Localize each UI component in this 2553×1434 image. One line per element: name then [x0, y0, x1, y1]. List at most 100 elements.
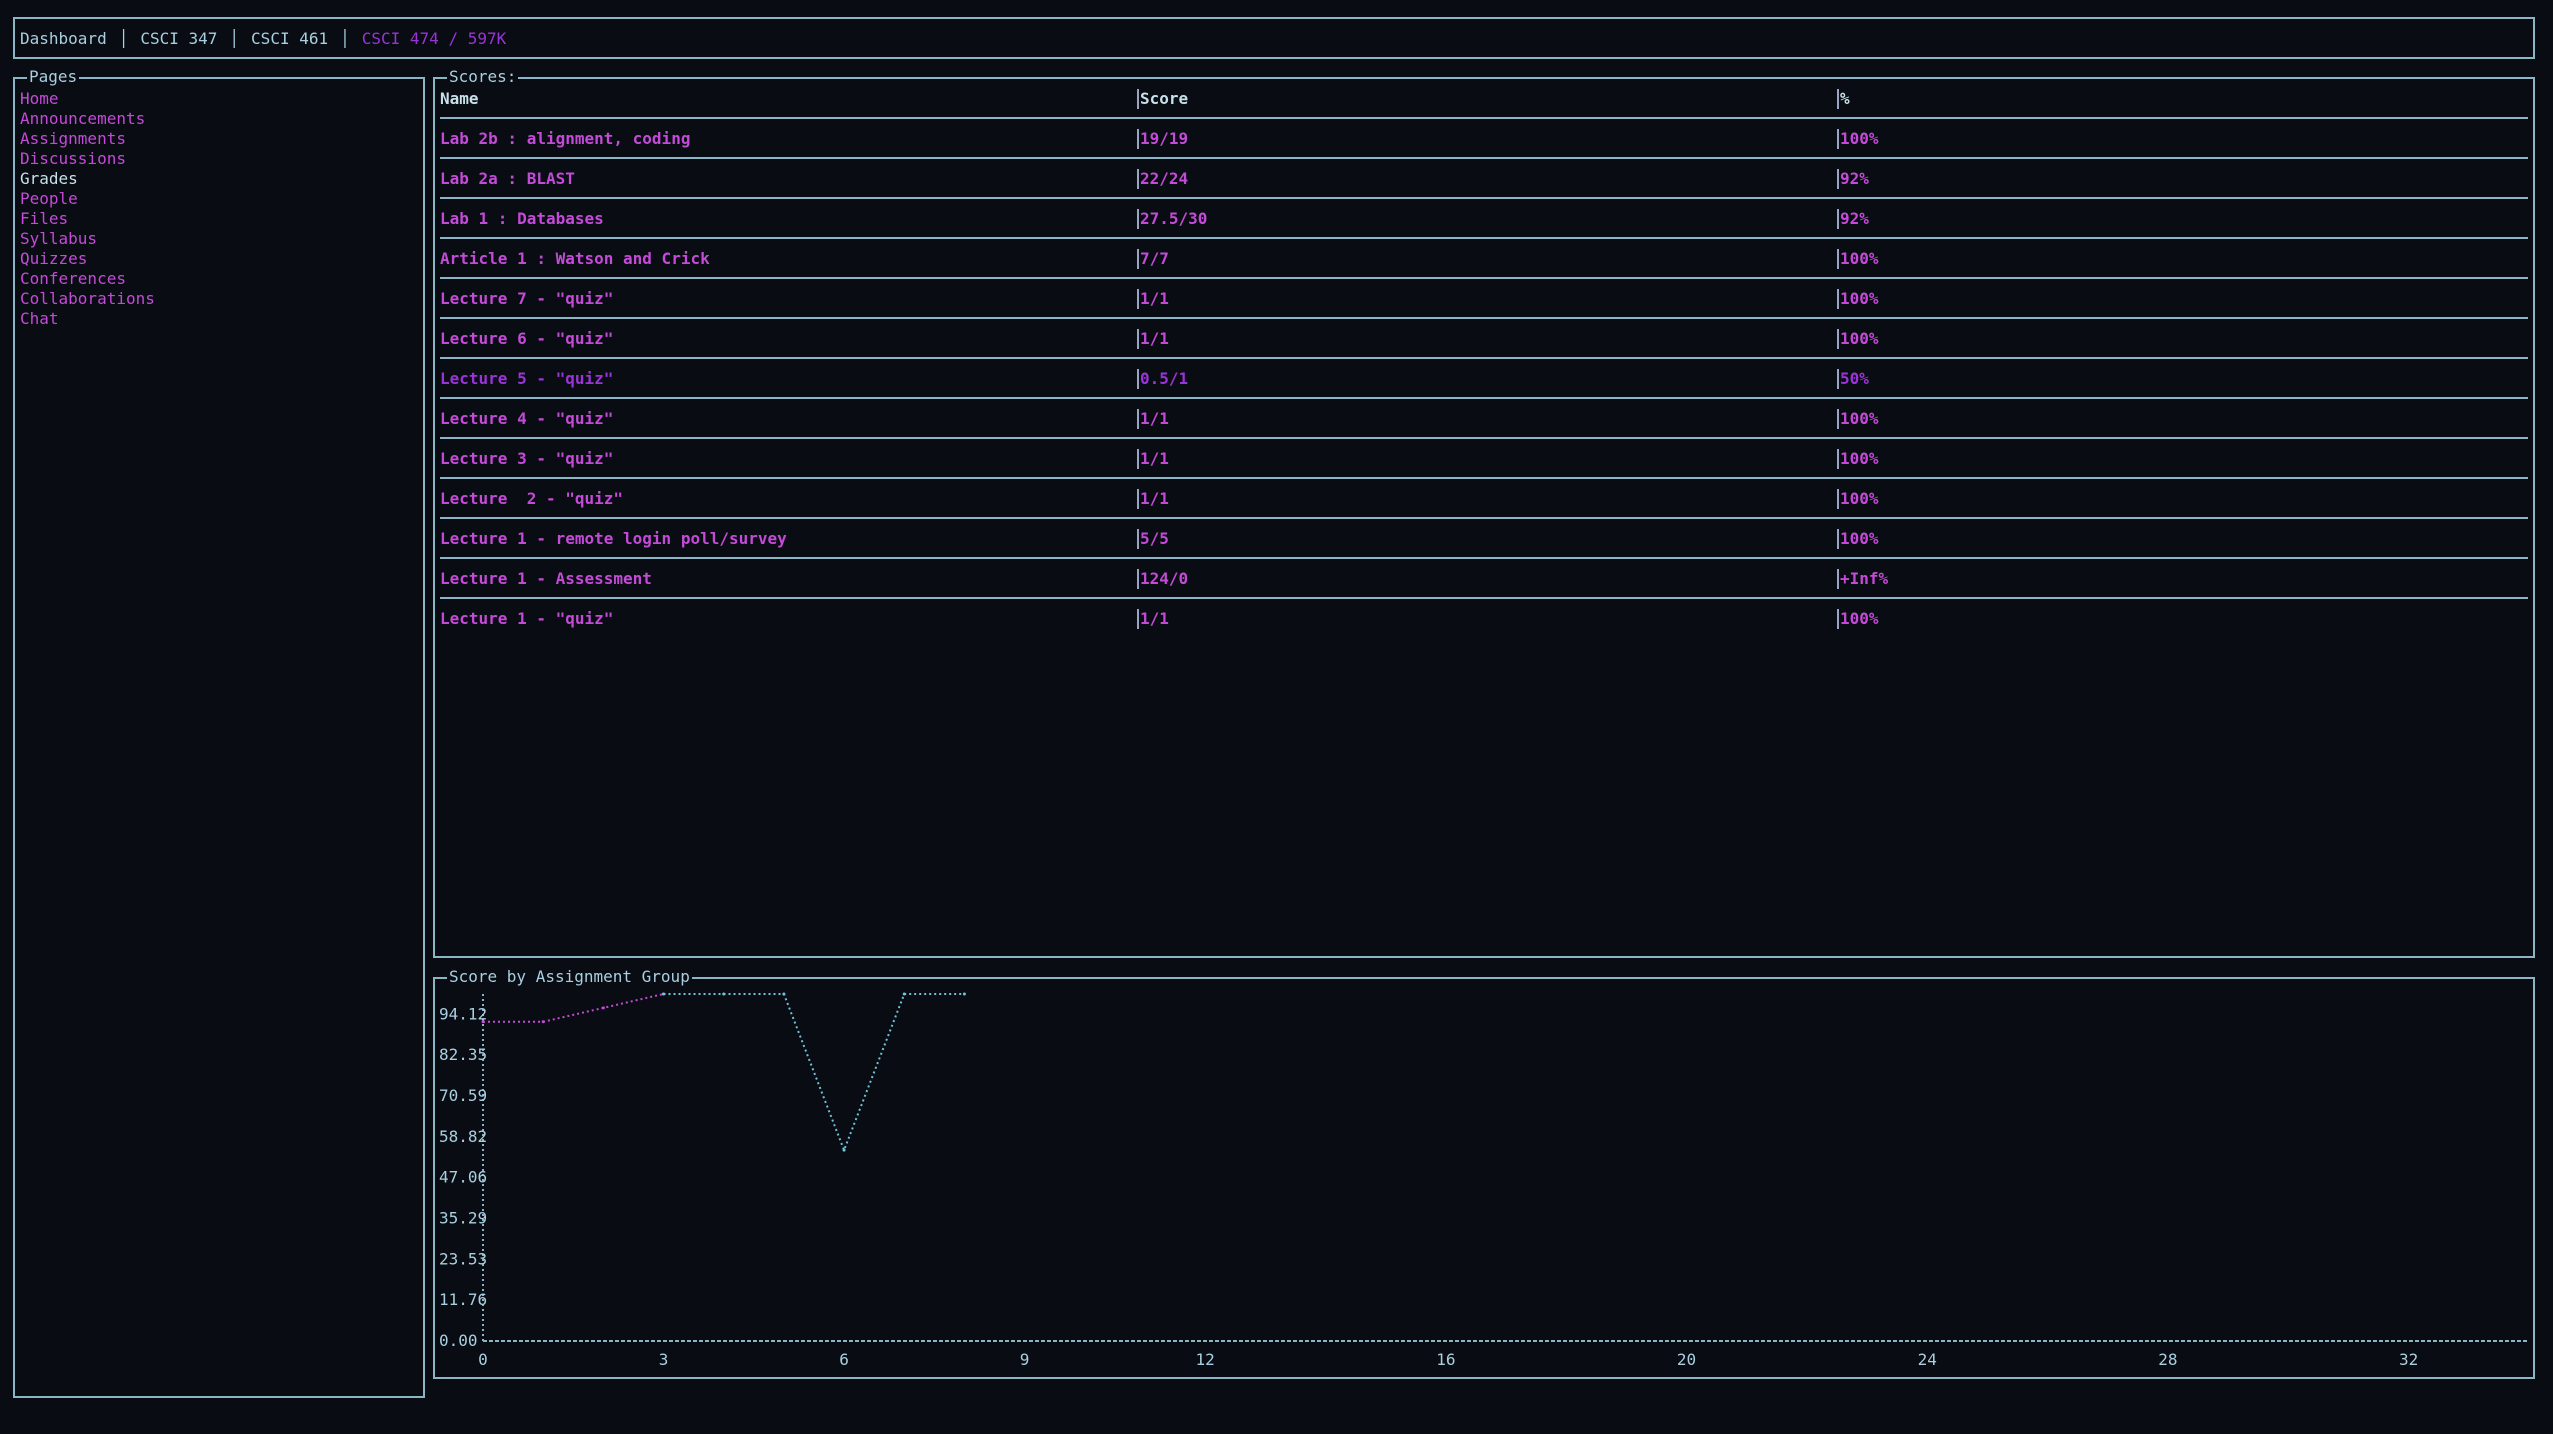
- column-divider: [1137, 529, 1139, 549]
- assignment-name[interactable]: Lab 1 : Databases: [440, 209, 604, 229]
- assignment-percent: 100%: [1840, 249, 1879, 269]
- assignment-percent: 92%: [1840, 209, 1869, 229]
- table-row[interactable]: Lecture 2 - "quiz" 1/1 100%: [440, 479, 2528, 519]
- column-divider: [1137, 569, 1139, 589]
- column-divider: [1137, 369, 1139, 389]
- score-chart-panel: Score by Assignment Group 0.0011.7623.53…: [433, 977, 2535, 1379]
- sidebar-item-collaborations[interactable]: Collaborations: [20, 289, 155, 309]
- sidebar-item-assignments[interactable]: Assignments: [20, 129, 155, 149]
- table-row[interactable]: Lecture 1 - "quiz" 1/1 100%: [440, 599, 2528, 639]
- assignment-name[interactable]: Lecture 1 - "quiz": [440, 609, 613, 629]
- assignment-percent: 100%: [1840, 409, 1879, 429]
- assignment-score: 1/1: [1140, 329, 1169, 349]
- chart-point: [542, 1020, 545, 1023]
- assignment-name[interactable]: Lecture 3 - "quiz": [440, 449, 613, 469]
- assignment-name[interactable]: Lab 2b : alignment, coding: [440, 129, 690, 149]
- chart-point: [903, 993, 906, 996]
- sidebar-item-quizzes[interactable]: Quizzes: [20, 249, 155, 269]
- scores-header-row: Name Score %: [440, 79, 2528, 119]
- assignment-score: 124/0: [1140, 569, 1188, 589]
- pages-list: HomeAnnouncementsAssignmentsDiscussionsG…: [20, 89, 155, 329]
- table-row[interactable]: Lecture 1 - remote login poll/survey5/51…: [440, 519, 2528, 559]
- assignment-score: 1/1: [1140, 449, 1169, 469]
- assignment-score: 19/19: [1140, 129, 1188, 149]
- x-tick-label: 20: [1677, 1350, 1696, 1369]
- y-tick-label: 23.53: [439, 1249, 487, 1268]
- assignment-percent: 100%: [1840, 489, 1879, 509]
- sidebar-item-grades[interactable]: Grades: [20, 169, 155, 189]
- x-tick-label: 24: [1918, 1350, 1937, 1369]
- assignment-score: 1/1: [1140, 609, 1169, 629]
- chart-point: [843, 1149, 846, 1152]
- column-divider: [1837, 609, 1839, 629]
- y-tick-label: 0.00: [439, 1331, 478, 1350]
- column-divider: [1137, 89, 1139, 109]
- column-divider: [1837, 329, 1839, 349]
- assignment-name[interactable]: Lecture 5 - "quiz": [440, 369, 613, 389]
- table-row[interactable]: Lecture 5 - "quiz"0.5/150%: [440, 359, 2528, 399]
- assignment-name[interactable]: Lecture 1 - remote login poll/survey: [440, 529, 787, 549]
- pages-panel: Pages HomeAnnouncementsAssignmentsDiscus…: [13, 77, 425, 1398]
- chart-point: [602, 1006, 605, 1009]
- tab-csci-474-597k[interactable]: CSCI 474 / 597K: [362, 29, 507, 48]
- assignment-percent: 100%: [1840, 529, 1879, 549]
- assignment-score: 1/1: [1140, 289, 1169, 309]
- column-divider: [1837, 569, 1839, 589]
- assignment-name[interactable]: Lecture 4 - "quiz": [440, 409, 613, 429]
- x-tick-label: 32: [2399, 1350, 2418, 1369]
- table-row[interactable]: Lab 2a : BLAST22/2492%: [440, 159, 2528, 199]
- table-row[interactable]: Lab 2b : alignment, coding19/19100%: [440, 119, 2528, 159]
- y-tick-label: 11.76: [439, 1290, 487, 1309]
- column-divider: [1137, 169, 1139, 189]
- table-row[interactable]: Lab 1 : Databases27.5/3092%: [440, 199, 2528, 239]
- tab-csci-461[interactable]: CSCI 461: [251, 29, 328, 48]
- assignment-name[interactable]: Lecture 7 - "quiz": [440, 289, 613, 309]
- y-tick-label: 94.12: [439, 1004, 487, 1023]
- column-divider: [1137, 209, 1139, 229]
- table-row[interactable]: Lecture 6 - "quiz" 1/1 100%: [440, 319, 2528, 359]
- assignment-percent: 100%: [1840, 329, 1879, 349]
- x-tick-label: 16: [1436, 1350, 1455, 1369]
- assignment-name[interactable]: Lecture 2 - "quiz": [440, 489, 623, 509]
- tab-dashboard[interactable]: Dashboard: [20, 29, 107, 48]
- chart-series-line: [483, 994, 664, 1022]
- table-row[interactable]: Article 1 : Watson and Crick7/7100%: [440, 239, 2528, 279]
- table-row[interactable]: Lecture 4 - "quiz"1/1100%: [440, 399, 2528, 439]
- sidebar-item-discussions[interactable]: Discussions: [20, 149, 155, 169]
- assignment-score: 1/1: [1140, 489, 1169, 509]
- column-header-percent: %: [1840, 89, 1850, 109]
- column-divider: [1837, 529, 1839, 549]
- assignment-name[interactable]: Article 1 : Watson and Crick: [440, 249, 710, 269]
- column-divider: [1137, 249, 1139, 269]
- chart-point: [722, 993, 725, 996]
- x-tick-label: 0: [478, 1350, 488, 1369]
- assignment-name[interactable]: Lecture 1 - Assessment: [440, 569, 652, 589]
- column-divider: [1837, 289, 1839, 309]
- assignment-percent: 100%: [1840, 609, 1879, 629]
- pages-panel-title: Pages: [27, 67, 79, 87]
- sidebar-item-chat[interactable]: Chat: [20, 309, 155, 329]
- sidebar-item-people[interactable]: People: [20, 189, 155, 209]
- sidebar-item-announcements[interactable]: Announcements: [20, 109, 155, 129]
- assignment-percent: 50%: [1840, 369, 1869, 389]
- x-tick-label: 3: [659, 1350, 669, 1369]
- sidebar-item-syllabus[interactable]: Syllabus: [20, 229, 155, 249]
- y-tick-label: 82.35: [439, 1045, 487, 1064]
- sidebar-item-conferences[interactable]: Conferences: [20, 269, 155, 289]
- x-tick-label: 9: [1020, 1350, 1030, 1369]
- assignment-name[interactable]: Lecture 6 - "quiz": [440, 329, 613, 349]
- chart-point: [662, 993, 665, 996]
- table-row[interactable]: Lecture 3 - "quiz"1/1100%: [440, 439, 2528, 479]
- column-divider: [1837, 89, 1839, 109]
- table-row[interactable]: Lecture 7 - "quiz"1/1100%: [440, 279, 2528, 319]
- tab-csci-347[interactable]: CSCI 347: [140, 29, 217, 48]
- sidebar-item-home[interactable]: Home: [20, 89, 155, 109]
- chart-point: [963, 993, 966, 996]
- column-divider: [1837, 169, 1839, 189]
- column-divider: [1837, 409, 1839, 429]
- table-row[interactable]: Lecture 1 - Assessment124/0+Inf%: [440, 559, 2528, 599]
- x-tick-label: 6: [839, 1350, 849, 1369]
- column-divider: [1137, 449, 1139, 469]
- sidebar-item-files[interactable]: Files: [20, 209, 155, 229]
- assignment-name[interactable]: Lab 2a : BLAST: [440, 169, 575, 189]
